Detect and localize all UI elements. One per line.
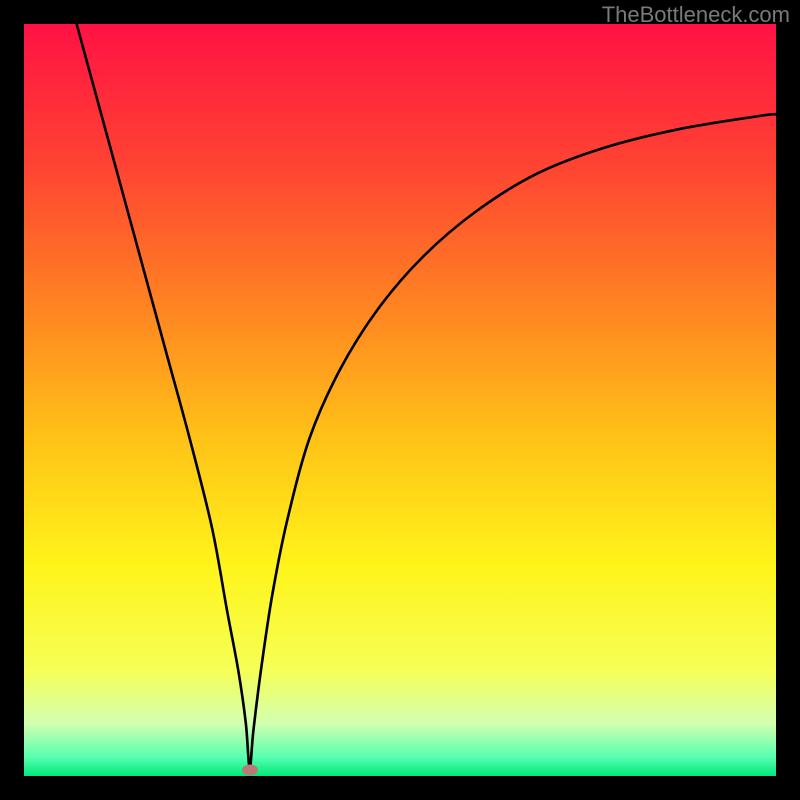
curve-layer: [24, 24, 776, 776]
bottleneck-curve: [77, 24, 776, 769]
chart-frame: TheBottleneck.com: [0, 0, 800, 800]
optimum-marker: [242, 764, 258, 775]
plot-area: [24, 24, 776, 776]
watermark-text: TheBottleneck.com: [602, 2, 790, 28]
